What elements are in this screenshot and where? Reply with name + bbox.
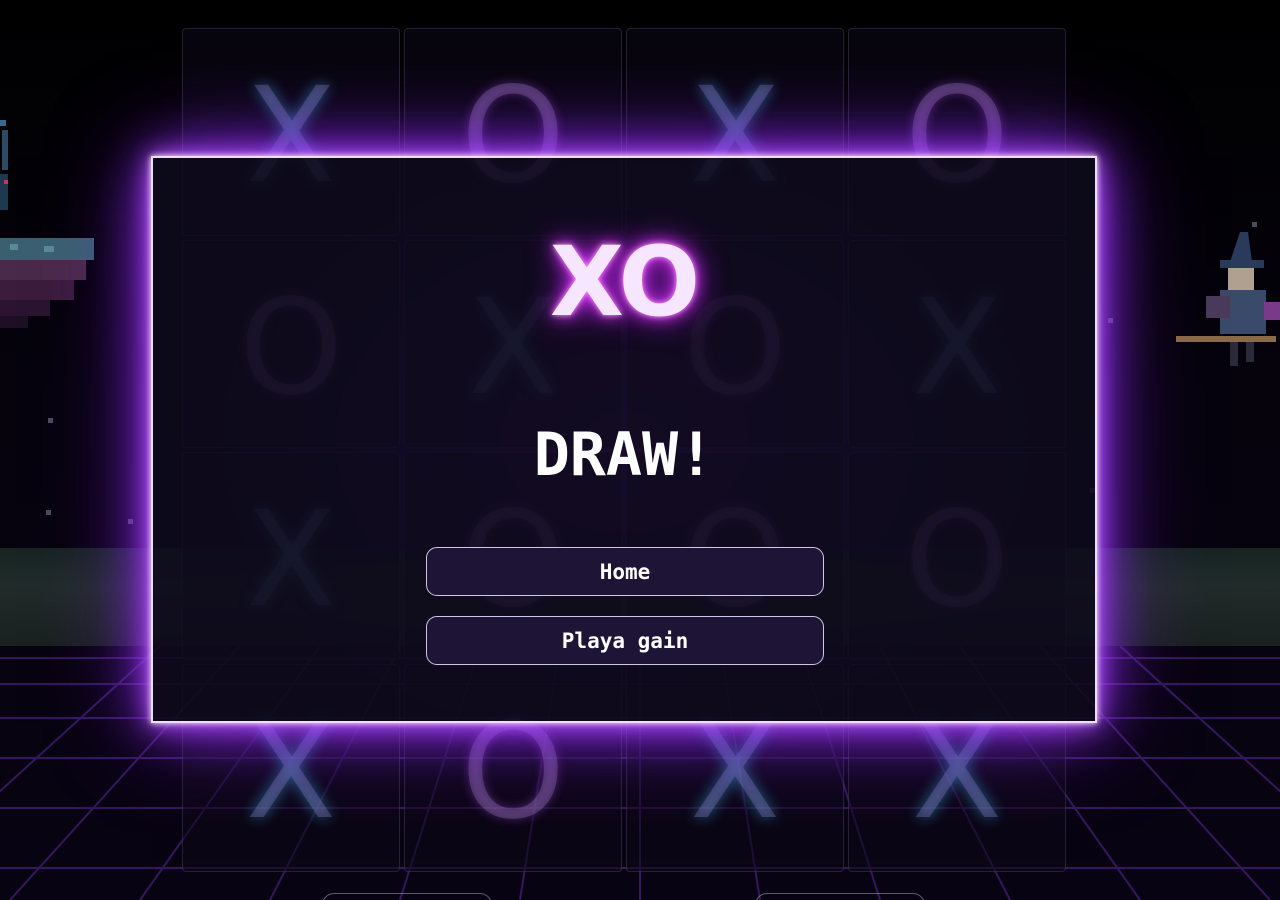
home-button[interactable]: Home	[426, 547, 824, 596]
result-title: DRAW!	[533, 420, 715, 490]
result-modal: XO DRAW! Home Playa gain	[151, 156, 1097, 723]
game-logo: XO	[549, 226, 700, 338]
play-again-button[interactable]: Playa gain	[426, 616, 824, 665]
result-overlay: XO DRAW! Home Playa gain	[0, 0, 1280, 900]
